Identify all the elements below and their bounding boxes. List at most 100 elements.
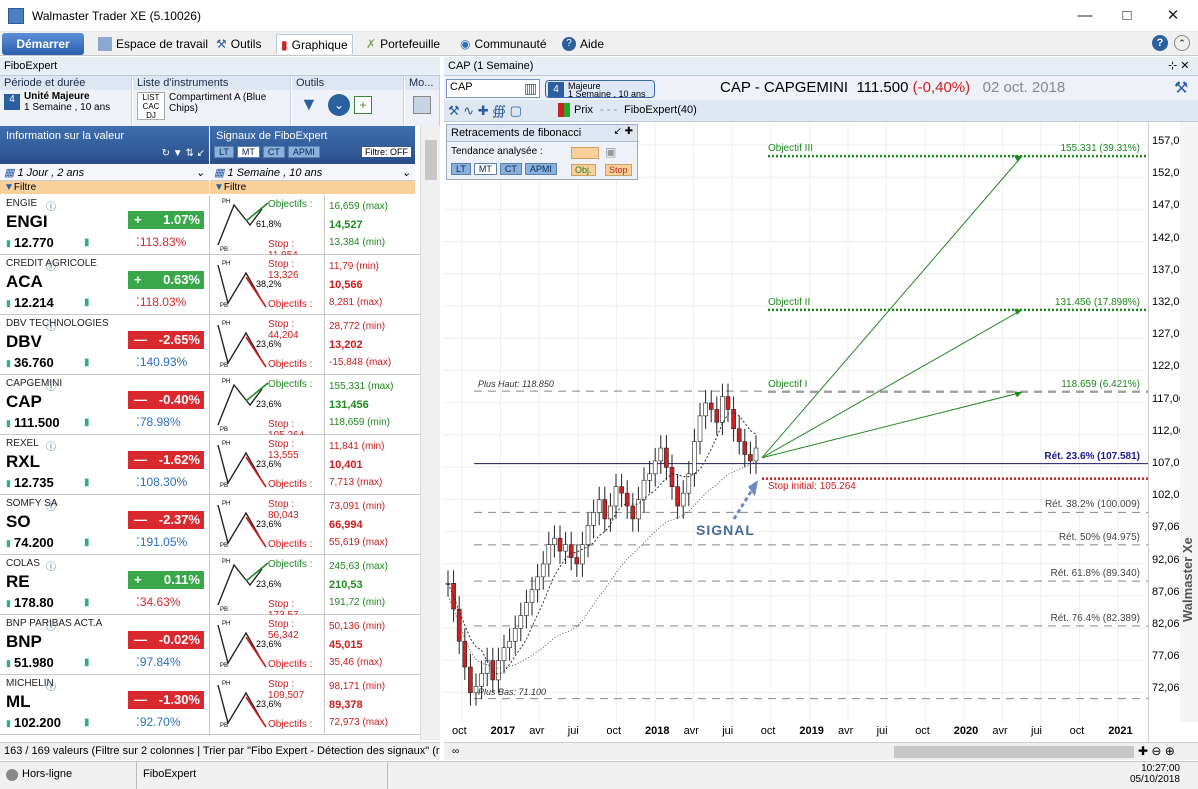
close-button[interactable]: ✕: [1158, 4, 1188, 28]
menu-chart[interactable]: ▮ Graphique: [276, 34, 353, 54]
info-icon[interactable]: ⓘ: [46, 198, 56, 213]
h-scroll-thumb[interactable]: [894, 746, 1134, 758]
dash-legend-icon: - - -: [600, 104, 618, 116]
retracement-618-label: Rét. 61.8% (89.340): [1050, 568, 1141, 580]
minimize-button[interactable]: —: [1070, 4, 1100, 28]
bottom-tab[interactable]: FiboExpert: [136, 762, 388, 789]
candle-body: [641, 479, 647, 500]
svg-text:PB: PB: [220, 483, 228, 489]
instrument-ticker: DBV: [6, 332, 42, 351]
lock-icon[interactable]: ▣: [605, 145, 616, 159]
help-circle-icon[interactable]: ?: [1152, 35, 1168, 51]
link-icon[interactable]: ∞: [452, 746, 459, 757]
instrument-row[interactable]: BNP PARIBAS ACT.A ⓘ BNP — -0.02% 51.980 ▮…: [0, 615, 420, 675]
tf-ct-button[interactable]: CT: [262, 146, 285, 158]
chart-tools-icon[interactable]: ⚒: [1174, 78, 1188, 98]
unit-selector[interactable]: 4 Majeure 1 Semaine , 10 ans: [545, 80, 655, 99]
funnel-icon[interactable]: ▼: [300, 94, 318, 115]
tf-mt-button[interactable]: MT: [236, 146, 260, 158]
change-badge: — -0.02%: [128, 631, 204, 649]
candle-body: [512, 628, 518, 642]
collapse-ribbon-icon[interactable]: ⌃: [1174, 35, 1190, 51]
fib-panel-tools-icon[interactable]: ↙ ✚: [613, 126, 633, 137]
instrument-row[interactable]: ENGIE ⓘ ENGI +1.07% 12.770 ▮ ▮ ⁚113.83% …: [0, 195, 420, 261]
chart-horizontal-scroll[interactable]: ∞ ✚ ⊖ ⊕: [444, 742, 1198, 760]
signal-top-label: Stop : 109,507: [268, 679, 305, 701]
svg-text:PH: PH: [222, 199, 230, 205]
period-unit[interactable]: Unité Majeure: [24, 91, 90, 102]
fib-mt-button[interactable]: MT: [473, 163, 497, 175]
fib-lt-button[interactable]: LT: [451, 163, 471, 175]
scroll-thumb[interactable]: [425, 140, 437, 180]
objective-1-label: Objectif I: [768, 379, 808, 391]
instrument-group: Liste d'instruments LIST CAC DJ Compartime…: [133, 76, 291, 126]
info-filter-row[interactable]: ▼Filtre: [0, 181, 209, 194]
filter-toggle[interactable]: Filtre: OFF: [362, 147, 411, 157]
candle-body: [468, 666, 473, 694]
info-icon[interactable]: ⓘ: [46, 618, 56, 633]
more-icon[interactable]: [413, 96, 431, 114]
book-icon[interactable]: ▥: [524, 80, 537, 97]
time-tick: avr: [992, 725, 1008, 737]
list-scrollbar[interactable]: [420, 126, 440, 740]
info-icon[interactable]: ⓘ: [46, 438, 56, 453]
maximize-button[interactable]: □: [1112, 4, 1142, 28]
time-tick: jui: [1031, 725, 1043, 737]
info-icon[interactable]: ⓘ: [46, 318, 56, 333]
svg-text:PB: PB: [220, 363, 228, 369]
instrument-row[interactable]: CREDIT AGRICOLE ⓘ ACA +0.63% 12.214 ▮ ▮ …: [0, 255, 420, 315]
color-swatch[interactable]: [571, 147, 599, 159]
time-tick: avr: [838, 725, 854, 737]
signal-diagram: PHPBObjectifs :23,6%Stop : 173,57: [209, 555, 324, 621]
instrument-row[interactable]: SOMFY SA ⓘ SO — -2.37% 74.200 ▮ ▮ ⁚191.05…: [0, 495, 420, 555]
instrument-row[interactable]: CAPGEMINI ⓘ CAP — -0.40% 111.500 ▮ ▮ ⁚78.…: [0, 375, 420, 441]
svg-text:PH: PH: [222, 621, 230, 627]
start-button[interactable]: Démarrer: [2, 33, 84, 55]
info-icon[interactable]: ⓘ: [46, 498, 56, 513]
instrument-row[interactable]: MICHELIN ⓘ ML — -1.30% 102.200 ▮ ▮ ⁚92.70…: [0, 675, 420, 735]
drawing-tools-icon[interactable]: ⚒ ∿ ✚ ∰ ▢: [448, 103, 522, 119]
signal-values: 98,171 (min) 89,378 72,973 (max): [324, 675, 414, 735]
add-icon[interactable]: +: [354, 96, 372, 114]
candle-body: [675, 486, 680, 507]
dropdown-circle-icon[interactable]: ⌄: [328, 94, 350, 116]
info-header-tools-icon[interactable]: ↻ ▼ ⇅ ↙: [162, 148, 205, 159]
candle-body: [697, 415, 703, 442]
signal-filter-row[interactable]: ▼Filtre: [210, 181, 415, 194]
price-tick: 72,06: [1152, 682, 1180, 695]
minus-icon: —: [134, 692, 147, 707]
workspace-icon: [98, 37, 112, 51]
price-chart[interactable]: Objectif III 155.331 (39.31%) Objectif II 1…: [444, 122, 1148, 742]
tf-apmi-button[interactable]: APMI: [287, 146, 320, 158]
menu-workspace[interactable]: Espace de travail: [94, 34, 212, 54]
fib-apmi-button[interactable]: APMI: [524, 163, 557, 175]
instrument-row[interactable]: REXEL ⓘ RXL — -1.62% 12.735 ▮ ▮ ⁚108.30% …: [0, 435, 420, 495]
menu-tools[interactable]: ⚒ Outils: [212, 34, 265, 54]
obj-button[interactable]: Obj.: [571, 164, 596, 176]
candle-body: [720, 396, 725, 423]
chart-panel-title: CAP (1 Semaine): [444, 57, 1198, 76]
menu-portfolio[interactable]: ✗ Portefeuille: [362, 34, 444, 54]
instrument-list-value[interactable]: Compartiment A (Blue Chips): [169, 92, 287, 114]
fib-ct-button[interactable]: CT: [499, 163, 522, 175]
candle-body: [524, 602, 529, 616]
candle-icon: ▮: [6, 538, 11, 548]
info-icon[interactable]: ⓘ: [46, 678, 56, 693]
info-icon[interactable]: ⓘ: [46, 558, 56, 573]
svg-text:PH: PH: [222, 681, 230, 687]
zoom-controls-icon[interactable]: ✚ ⊖ ⊕: [1138, 744, 1175, 758]
info-icon[interactable]: ⓘ: [46, 258, 56, 273]
menu-help[interactable]: ? Aide: [558, 34, 608, 54]
instrument-row[interactable]: DBV TECHNOLOGIES ⓘ DBV — -2.65% 36.760 ▮ …: [0, 315, 420, 375]
pin-close-icons[interactable]: ⊹ ✕: [1168, 59, 1190, 72]
candle-body: [490, 660, 496, 681]
menu-community[interactable]: ◉ Communauté: [456, 34, 551, 54]
candle-icon: ▮: [84, 537, 90, 548]
signal-diagram: PH PB Stop : 56,342 23,6% Objectifs :: [209, 615, 324, 675]
stop-button[interactable]: Stop: [605, 164, 632, 176]
info-icon[interactable]: ⓘ: [46, 378, 56, 393]
tf-lt-button[interactable]: LT: [214, 146, 234, 158]
signal-period-combo[interactable]: ▦ 1 Semaine , 10 ans ⌄: [210, 164, 415, 181]
instrument-row[interactable]: COLAS ⓘ RE +0.11% 178.80 ▮ ▮ ⁚34.63% PH P…: [0, 555, 420, 621]
info-period-combo[interactable]: ▦ 1 Jour , 2 ans ⌄: [0, 164, 209, 181]
